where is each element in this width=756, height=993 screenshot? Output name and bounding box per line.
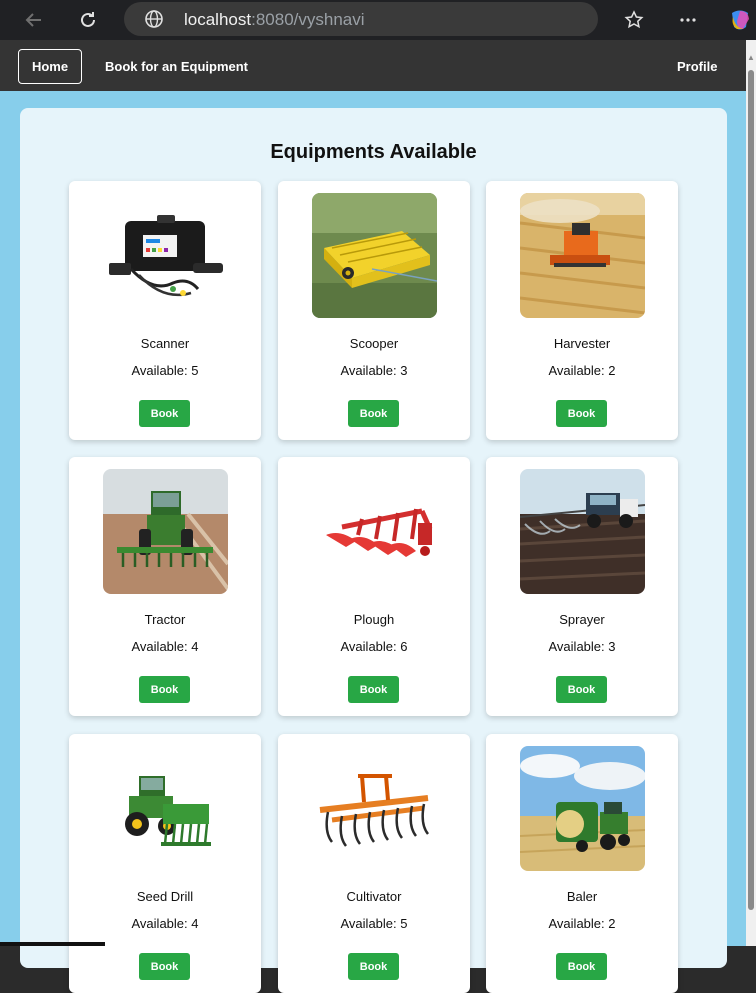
card-name: Cultivator: [346, 889, 402, 904]
equipment-card: Tractor Available: 4 Book: [69, 457, 261, 716]
reload-icon[interactable]: [74, 6, 102, 34]
page-title: Equipments Available: [270, 141, 477, 163]
book-button[interactable]: Book: [348, 400, 399, 427]
equipment-card: Scanner Available: 5 Book: [69, 181, 261, 440]
book-button[interactable]: Book: [556, 676, 607, 703]
card-availability: Available: 4: [131, 916, 199, 931]
url-text: localhost:8080/vyshnavi: [184, 10, 365, 30]
card-name: Scanner: [140, 336, 190, 351]
card-name: Seed Drill: [136, 889, 194, 904]
browser-toolbar: localhost:8080/vyshnavi: [0, 0, 756, 40]
more-options-icon[interactable]: [674, 6, 702, 34]
card-availability: Available: 5: [340, 916, 408, 931]
card-name: Scooper: [349, 336, 399, 351]
tractor-image: [103, 469, 228, 594]
book-button[interactable]: Book: [139, 676, 190, 703]
card-name: Baler: [566, 889, 598, 904]
card-name: Tractor: [144, 612, 186, 627]
card-name: Plough: [353, 612, 395, 627]
book-button[interactable]: Book: [348, 953, 399, 980]
equipment-card: Plough Available: 6 Book: [278, 457, 470, 716]
card-name: Sprayer: [559, 612, 605, 627]
app-navbar: Home Book for an Equipment Profile: [0, 40, 746, 91]
baler-image: [520, 746, 645, 871]
equipment-card: Baler Available: 2 Book: [486, 734, 678, 993]
card-availability: Available: 5: [131, 363, 199, 378]
plough-image: [312, 469, 437, 594]
book-button[interactable]: Book: [348, 676, 399, 703]
url-host: localhost: [184, 10, 252, 29]
equipment-card: Cultivator Available: 5 Book: [278, 734, 470, 993]
card-availability: Available: 3: [548, 639, 616, 654]
sprayer-image: [520, 469, 645, 594]
book-button[interactable]: Book: [556, 400, 607, 427]
page-scrollbar[interactable]: ▲: [746, 40, 756, 946]
url-path: :8080/vyshnavi: [251, 10, 365, 29]
book-button[interactable]: Book: [556, 953, 607, 980]
favorites-star-icon[interactable]: [620, 6, 648, 34]
cultivator-image: [312, 746, 437, 871]
equipment-card: Seed Drill Available: 4 Book: [69, 734, 261, 993]
scanner-image: [103, 193, 228, 318]
back-arrow-icon[interactable]: [20, 6, 48, 34]
copilot-icon[interactable]: [726, 6, 754, 34]
card-availability: Available: 4: [131, 639, 199, 654]
book-button[interactable]: Book: [139, 400, 190, 427]
card-availability: Available: 3: [340, 363, 408, 378]
harvester-image: [520, 193, 645, 318]
nav-home-link[interactable]: Home: [18, 49, 82, 84]
scrollbar-thumb[interactable]: [748, 70, 754, 910]
scooper-image: [312, 193, 437, 318]
seed-drill-image: [103, 746, 228, 871]
equipment-card: Sprayer Available: 3 Book: [486, 457, 678, 716]
card-availability: Available: 2: [548, 916, 616, 931]
nav-profile-link[interactable]: Profile: [677, 59, 717, 74]
book-button[interactable]: Book: [139, 953, 190, 980]
equipment-card: Scooper Available: 3 Book: [278, 181, 470, 440]
bottom-edge-strip: [0, 942, 105, 946]
card-availability: Available: 2: [548, 363, 616, 378]
card-name: Harvester: [553, 336, 611, 351]
nav-book-equipment-link[interactable]: Book for an Equipment: [105, 59, 248, 74]
globe-icon: [144, 9, 164, 34]
address-bar[interactable]: localhost:8080/vyshnavi: [124, 2, 598, 36]
card-availability: Available: 6: [340, 639, 408, 654]
equipment-card: Harvester Available: 2 Book: [486, 181, 678, 440]
scroll-up-arrow-icon[interactable]: ▲: [747, 54, 755, 62]
